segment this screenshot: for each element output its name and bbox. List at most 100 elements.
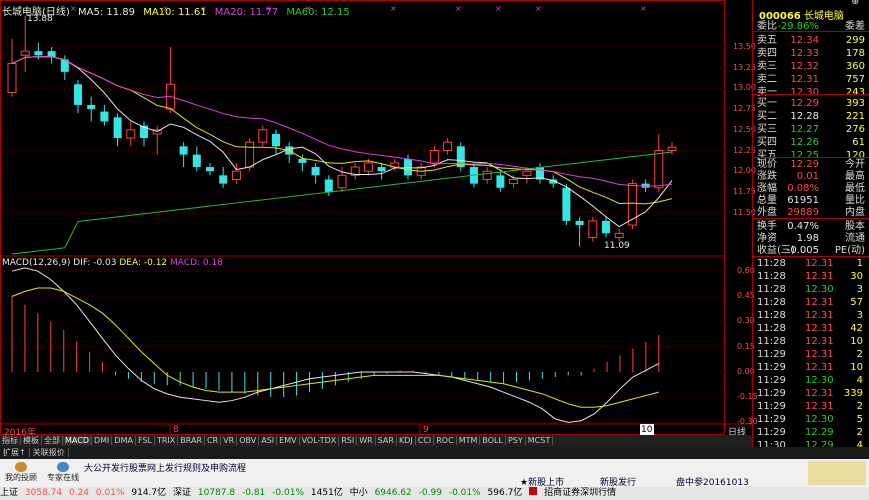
candle[interactable] xyxy=(258,129,268,143)
candle[interactable] xyxy=(47,51,56,57)
candle[interactable] xyxy=(113,117,122,139)
candle[interactable] xyxy=(562,187,571,221)
trade-row: 11:28 12.31 57 xyxy=(757,296,869,309)
tab-macd[interactable]: MACD xyxy=(63,436,92,445)
tab-emv[interactable]: EMV xyxy=(277,436,300,445)
trade-qty: 57 xyxy=(850,297,863,308)
tab-全部[interactable]: 全部 xyxy=(42,436,63,445)
tab-vol-tdx[interactable]: VOL-TDX xyxy=(299,436,340,445)
tab-boll[interactable]: BOLL xyxy=(480,436,506,445)
tab-fsl[interactable]: FSL xyxy=(135,436,155,445)
candle[interactable] xyxy=(667,146,677,152)
tab-obv[interactable]: OBV xyxy=(237,436,260,445)
candle[interactable] xyxy=(429,150,439,164)
candle[interactable] xyxy=(298,158,307,163)
event-marker-icon[interactable]: × xyxy=(455,4,462,13)
ask-row-2-label: 卖二 xyxy=(757,74,777,85)
bid-row-4-price: 12.26 xyxy=(790,137,819,148)
candle[interactable] xyxy=(245,141,255,168)
tab-sar[interactable]: SAR xyxy=(375,436,397,445)
sh-amount: 914.7亿 xyxy=(131,488,167,498)
event-marker-icon[interactable]: × xyxy=(390,4,397,13)
candle[interactable] xyxy=(522,170,532,176)
chart-canvas[interactable]: × × × × × × × × × × xyxy=(0,0,752,435)
tab-cr[interactable]: CR xyxy=(205,436,222,445)
my-advisor-button[interactable]: 我的投顾 xyxy=(2,461,40,485)
candle[interactable] xyxy=(482,170,492,180)
candle[interactable] xyxy=(179,146,188,155)
tab-asi[interactable]: ASI xyxy=(259,436,278,445)
tab-brar[interactable]: BRAR xyxy=(178,436,206,445)
event-marker-icon[interactable]: × xyxy=(535,4,542,13)
candle[interactable] xyxy=(443,141,453,152)
subtab-0[interactable]: 扩展↑ xyxy=(0,448,30,457)
trade-time: 11:29 xyxy=(757,388,786,399)
tab-rsi[interactable]: RSI xyxy=(339,436,358,445)
indicator-tabs: 指标 模板 全部 MACD DMI DMA FSL TRIX BRAR CR VR OBV ASI EMV… xyxy=(0,435,752,447)
tab-指标[interactable]: 指标 xyxy=(0,436,21,445)
tab-cci[interactable]: CCI xyxy=(415,436,435,445)
tab-mcst[interactable]: MCST xyxy=(525,436,554,445)
candle[interactable] xyxy=(7,63,17,94)
tab-psy[interactable]: PSY xyxy=(505,436,526,445)
candle[interactable] xyxy=(509,178,519,185)
tab-mtm[interactable]: MTM xyxy=(456,436,481,445)
candle[interactable] xyxy=(496,175,505,188)
candle[interactable] xyxy=(87,104,96,110)
news-headline[interactable]: 大公开发行股票网上发行规则及申购流程 xyxy=(84,461,246,474)
bid-row-2-label: 买二 xyxy=(757,111,777,122)
dif-line xyxy=(11,267,660,423)
expert-online-button[interactable]: 专家在线 xyxy=(44,461,82,485)
tab-vr[interactable]: VR xyxy=(221,436,238,445)
candle[interactable] xyxy=(404,158,412,176)
tab-roc[interactable]: ROC xyxy=(434,436,457,445)
candlesticks[interactable] xyxy=(7,15,677,247)
trade-qty: 3 xyxy=(856,310,863,321)
candle[interactable] xyxy=(324,179,333,192)
candle[interactable] xyxy=(100,111,109,122)
tab-wr[interactable]: WR xyxy=(357,436,376,445)
ask-row-3-label: 卖三 xyxy=(757,61,777,72)
panel-separator xyxy=(753,218,869,219)
candle[interactable] xyxy=(363,162,373,172)
kline-chart[interactable]: × × × × × × × × × × 长城电脑(日线) MA5: 11.89 MA10: 11.… xyxy=(0,0,758,438)
sh-label: 上证 xyxy=(0,488,19,498)
candle[interactable] xyxy=(272,133,280,147)
subtab-1[interactable]: 关联报价 xyxy=(29,448,69,457)
trade-price: 12.31 xyxy=(805,271,834,282)
tab-dmi[interactable]: DMI xyxy=(91,436,113,445)
trade-row: 11:29 12.31 2 xyxy=(757,348,869,361)
trade-row: 11:28 12.31 3 xyxy=(757,309,869,322)
bid-row-3-label: 买三 xyxy=(757,124,777,135)
panel-collapse-icon[interactable]: ⊕ xyxy=(851,0,859,7)
candle[interactable] xyxy=(575,220,584,226)
candle[interactable] xyxy=(20,50,30,56)
sub-tabs: 扩展↑ 关联报价 xyxy=(0,447,869,459)
candle[interactable] xyxy=(602,220,610,234)
candle[interactable] xyxy=(377,167,386,172)
panel-separator xyxy=(753,31,869,32)
candle[interactable] xyxy=(206,167,214,172)
candle[interactable] xyxy=(126,129,136,139)
tab-kdj[interactable]: KDJ xyxy=(396,436,416,445)
tab-dma[interactable]: DMA xyxy=(112,436,136,445)
candle[interactable] xyxy=(74,84,82,105)
candle[interactable] xyxy=(588,220,598,238)
tab-trix[interactable]: TRIX xyxy=(154,436,179,445)
trade-qty: 2 xyxy=(856,401,863,412)
candle[interactable] xyxy=(337,174,347,189)
sz-amount: 1451亿 xyxy=(310,488,343,498)
candle[interactable] xyxy=(614,232,624,238)
candle[interactable] xyxy=(231,170,241,180)
event-marker-icon[interactable]: × xyxy=(495,4,502,13)
event-marker-icon[interactable]: × xyxy=(640,4,647,13)
alert-icon[interactable] xyxy=(529,487,538,495)
month-8-label: 8 xyxy=(173,425,179,435)
trade-time: 11:28 xyxy=(757,310,786,321)
candle[interactable] xyxy=(219,175,228,184)
candle[interactable] xyxy=(654,150,664,189)
candle[interactable] xyxy=(311,167,320,176)
tab-模板[interactable]: 模板 xyxy=(21,436,42,445)
candle[interactable] xyxy=(192,154,201,168)
candle[interactable] xyxy=(34,51,43,56)
